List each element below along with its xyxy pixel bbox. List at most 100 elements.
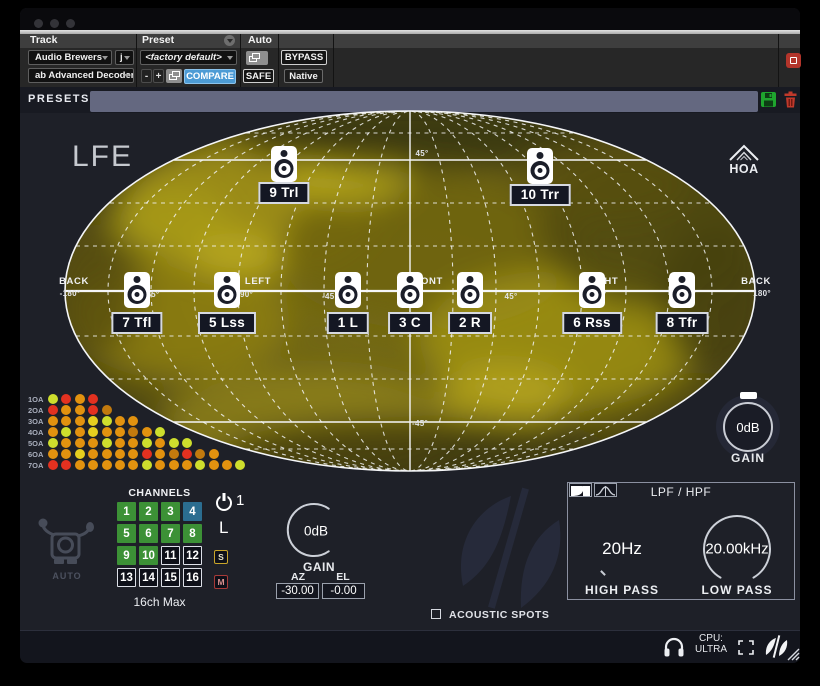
meter-dot bbox=[141, 427, 152, 437]
speaker-icon-1-l[interactable] bbox=[335, 272, 361, 308]
speaker-label-8-tfr[interactable]: 8 Tfr bbox=[655, 312, 709, 334]
meter-dot bbox=[141, 449, 152, 459]
high-pass-label: HIGH PASS bbox=[584, 583, 660, 597]
preset-selector-dropdown[interactable]: <factory default> bbox=[140, 50, 237, 65]
meter-dot bbox=[195, 460, 206, 470]
channel-cell-12[interactable]: 12 bbox=[183, 546, 202, 565]
fullscreen-icon[interactable] bbox=[738, 640, 754, 655]
traffic-light-zoom-button[interactable] bbox=[66, 19, 75, 28]
cpu-indicator[interactable]: CPU: ULTRA bbox=[693, 633, 729, 655]
lfe-label[interactable]: LFE bbox=[72, 140, 133, 174]
traffic-light-close-button[interactable] bbox=[34, 19, 43, 28]
acoustic-spots-label: ACOUSTIC SPOTS bbox=[449, 609, 550, 621]
meter-dot bbox=[74, 460, 85, 470]
headphones-icon[interactable] bbox=[663, 636, 685, 657]
high-pass-value[interactable]: 20Hz bbox=[602, 539, 642, 559]
speaker-label-7-tfl[interactable]: 7 Tfl bbox=[111, 312, 163, 334]
meter-dot bbox=[114, 427, 125, 437]
meter-dot bbox=[74, 416, 85, 426]
speaker-icon-3-c[interactable] bbox=[397, 272, 423, 308]
channel-grid: 1 2 3 4 5 6 7 8 9 10 11 12 13 14 15 16 bbox=[117, 502, 202, 587]
preset-copy-button[interactable] bbox=[166, 69, 182, 83]
hoa-roof-icon[interactable] bbox=[728, 143, 760, 162]
channel-cell-8[interactable]: 8 bbox=[183, 524, 202, 543]
screen: Track Preset Auto Audio Brewers j ab Adv… bbox=[0, 0, 820, 686]
bypass-button[interactable]: BYPASS bbox=[281, 50, 327, 65]
mute-button[interactable]: M bbox=[214, 575, 228, 589]
channel-cell-15[interactable]: 15 bbox=[161, 568, 180, 587]
speaker-icon-2-r[interactable] bbox=[457, 272, 483, 308]
map-gain-knob[interactable]: 0dB bbox=[723, 402, 773, 452]
meter-dot bbox=[88, 438, 99, 448]
compare-button[interactable]: COMPARE bbox=[184, 69, 236, 84]
meter-dot bbox=[61, 405, 72, 415]
speaker-icon-6-rss[interactable] bbox=[579, 272, 605, 308]
map-angle-label: -180° bbox=[59, 289, 81, 298]
speaker-label-5-lss[interactable]: 5 Lss bbox=[197, 312, 257, 334]
speaker-icon-7-tfl[interactable] bbox=[124, 272, 150, 308]
meter-dot bbox=[48, 394, 58, 404]
speaker-label-10-trr[interactable]: 10 Trr bbox=[509, 184, 571, 206]
channel-cell-6[interactable]: 6 bbox=[139, 524, 158, 543]
channel-cell-10[interactable]: 10 bbox=[139, 546, 158, 565]
toolbar-header-row bbox=[20, 34, 800, 48]
channel-cell-16[interactable]: 16 bbox=[183, 568, 202, 587]
speaker-icon-5-lss[interactable] bbox=[214, 272, 240, 308]
elevation-field[interactable]: -0.00 bbox=[322, 583, 365, 599]
acoustic-spots-checkbox[interactable] bbox=[431, 609, 441, 619]
speaker-label-1-l[interactable]: 1 L bbox=[326, 312, 370, 334]
toolbar-body bbox=[20, 48, 800, 87]
track-selector-dropdown[interactable]: Audio Brewers bbox=[28, 50, 112, 65]
auto-copy-button[interactable] bbox=[246, 51, 268, 65]
meter-dot bbox=[61, 438, 72, 448]
channel-cell-13[interactable]: 13 bbox=[117, 568, 136, 587]
source-gain-label: GAIN bbox=[303, 560, 335, 574]
auto-column-header: Auto bbox=[248, 34, 272, 46]
speaker-icon-9-trl[interactable] bbox=[271, 146, 297, 182]
speaker-label-2-r[interactable]: 2 R bbox=[448, 312, 492, 334]
channel-cell-2[interactable]: 2 bbox=[139, 502, 158, 521]
delete-preset-icon[interactable] bbox=[782, 91, 799, 109]
channel-cell-7[interactable]: 7 bbox=[161, 524, 180, 543]
preset-prev-button[interactable]: - bbox=[141, 69, 152, 83]
meter-row-label: 1OA bbox=[28, 394, 44, 404]
channel-cell-1[interactable]: 1 bbox=[117, 502, 136, 521]
meter-dot bbox=[181, 460, 192, 470]
speaker-icon-8-tfr[interactable] bbox=[669, 272, 695, 308]
channel-cell-4[interactable]: 4 bbox=[183, 502, 202, 521]
resize-handle[interactable] bbox=[786, 647, 800, 661]
chevron-down-icon bbox=[102, 55, 108, 60]
target-window-button[interactable] bbox=[786, 53, 801, 68]
azimuth-field[interactable]: -30.00 bbox=[276, 583, 319, 599]
auto-robot-icon[interactable] bbox=[34, 518, 98, 570]
meter-row-1OA: 1OA bbox=[28, 394, 249, 404]
speaker-icon-10-trr[interactable] bbox=[527, 148, 553, 184]
channel-cell-11[interactable]: 11 bbox=[161, 546, 180, 565]
native-button[interactable]: Native bbox=[284, 69, 323, 83]
channel-cell-14[interactable]: 14 bbox=[139, 568, 158, 587]
meter-dot bbox=[61, 460, 72, 470]
channel-cell-9[interactable]: 9 bbox=[117, 546, 136, 565]
meter-dot bbox=[155, 438, 166, 448]
plugin-selector-dropdown[interactable]: ab Advanced Decoder bbox=[28, 68, 134, 83]
channels-footer: 16ch Max bbox=[133, 595, 186, 609]
power-icon[interactable] bbox=[216, 493, 232, 511]
track-mini-dropdown[interactable]: j bbox=[115, 50, 134, 65]
low-pass-value[interactable]: 20.00kHz bbox=[705, 541, 768, 558]
solo-button[interactable]: S bbox=[214, 550, 228, 564]
speaker-label-9-trl[interactable]: 9 Trl bbox=[258, 182, 310, 204]
meter-dot bbox=[155, 427, 166, 437]
meter-dot bbox=[222, 460, 233, 470]
preset-next-button[interactable]: + bbox=[153, 69, 164, 83]
save-preset-icon[interactable] bbox=[760, 91, 778, 109]
auto-mode-label[interactable]: AUTO bbox=[46, 571, 88, 581]
channel-cell-5[interactable]: 5 bbox=[117, 524, 136, 543]
meter-dot bbox=[74, 449, 85, 459]
speaker-label-6-rss[interactable]: 6 Rss bbox=[562, 312, 622, 334]
toolbar-divider bbox=[240, 34, 241, 87]
channel-cell-3[interactable]: 3 bbox=[161, 502, 180, 521]
speaker-label-3-c[interactable]: 3 C bbox=[388, 312, 432, 334]
safe-button[interactable]: SAFE bbox=[243, 69, 274, 83]
traffic-light-minimize-button[interactable] bbox=[50, 19, 59, 28]
preset-menu-icon[interactable] bbox=[224, 35, 235, 46]
